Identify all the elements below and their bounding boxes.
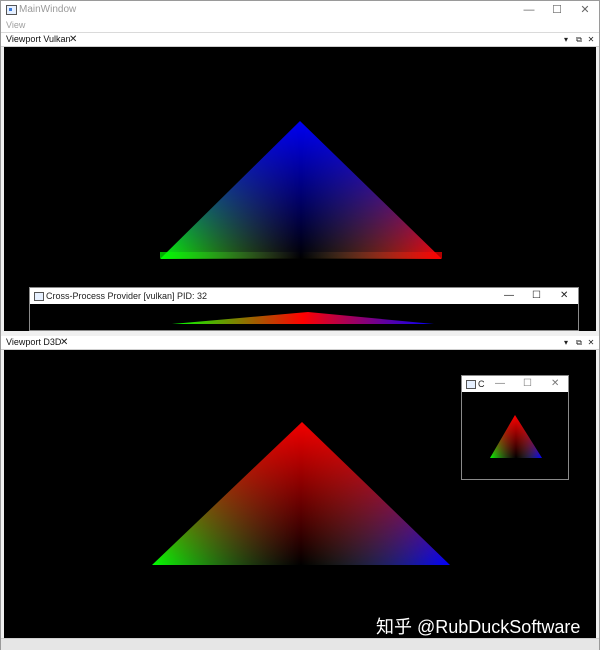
dock-header-d3d: Viewport D3D ✕ ▾ ⧉ ✕: [1, 336, 599, 350]
app-window-icon: [6, 5, 17, 15]
cross-process-window: Cross-Process Provider [vulkan] PID: 32 …: [29, 287, 579, 331]
small-triangle-red-shade: [490, 415, 542, 458]
vulkan-triangle-blue-shade: [160, 121, 442, 259]
title-bar[interactable]: MainWindow — ☐ ✕: [1, 1, 599, 19]
cross-process-title-bar[interactable]: Cross-Process Provider [vulkan] PID: 32 …: [30, 288, 578, 304]
close-button[interactable]: ✕: [551, 378, 559, 389]
minimize-button[interactable]: —: [504, 290, 514, 301]
maximize-button[interactable]: ☐: [532, 290, 541, 301]
menu-view[interactable]: View: [6, 20, 25, 30]
maximize-button[interactable]: ☐: [523, 378, 532, 389]
minimize-button[interactable]: —: [495, 378, 505, 389]
app-window-icon: [34, 292, 44, 301]
dock-header-vulkan: Viewport Vulkan ✕ ▾ ⧉ ✕: [1, 33, 599, 47]
tab-close-icon[interactable]: ✕: [69, 33, 77, 46]
main-window: MainWindow — ☐ ✕ View Viewport Vulkan ✕ …: [0, 0, 600, 650]
app-window-icon: [466, 380, 476, 389]
tab-viewport-d3d[interactable]: Viewport D3D: [6, 337, 61, 347]
tab-close-icon[interactable]: ✕: [60, 336, 68, 349]
vulkan-triangle-base: [160, 252, 442, 258]
maximize-button[interactable]: ☐: [543, 1, 571, 19]
small-window-title-bar[interactable]: C — ☐ ✕: [462, 376, 568, 392]
close-button[interactable]: ✕: [571, 1, 599, 19]
dock-menu-chevron-down-icon[interactable]: ▾: [561, 336, 571, 349]
menu-bar: View: [1, 19, 599, 33]
dock-close-icon[interactable]: ✕: [586, 33, 596, 46]
bottom-strip: [1, 638, 599, 650]
window-title: MainWindow: [19, 4, 77, 15]
small-window-render: [490, 415, 542, 458]
close-button[interactable]: ✕: [560, 290, 568, 301]
cross-process-title: Cross-Process Provider [vulkan] PID: 32: [46, 291, 208, 301]
tab-viewport-vulkan[interactable]: Viewport Vulkan: [6, 34, 71, 44]
dock-float-icon[interactable]: ⧉: [574, 336, 584, 349]
small-window-title: C: [478, 379, 485, 389]
dock-menu-chevron-down-icon[interactable]: ▾: [561, 33, 571, 46]
cross-process-render: [172, 312, 434, 324]
minimize-button[interactable]: —: [515, 1, 543, 19]
watermark: 知乎 @RubDuckSoftware: [376, 617, 581, 637]
cross-process-triangle: [172, 312, 434, 324]
dock-close-icon[interactable]: ✕: [586, 336, 596, 349]
small-provider-window: C — ☐ ✕: [461, 375, 569, 480]
d3d-triangle-red-shade: [152, 422, 450, 565]
dock-float-icon[interactable]: ⧉: [574, 33, 584, 46]
